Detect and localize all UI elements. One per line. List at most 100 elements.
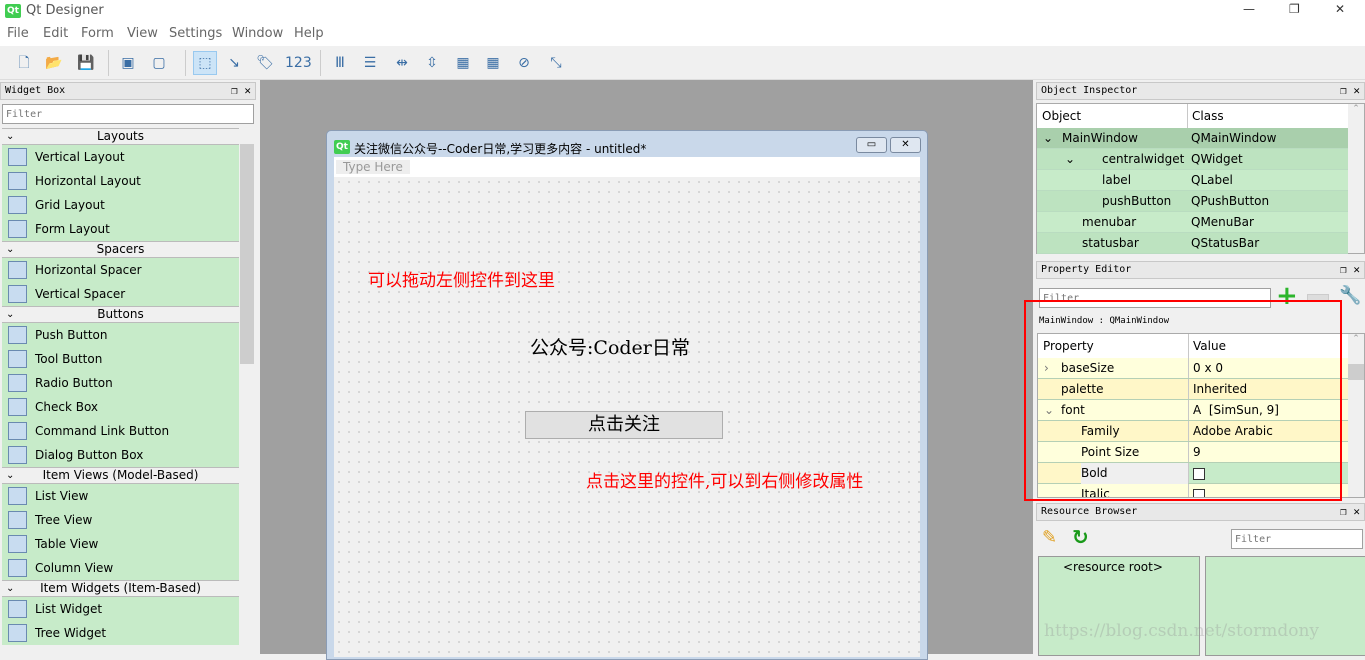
- close-icon[interactable]: ✕: [1353, 84, 1360, 97]
- maximize-button[interactable]: ❐: [1289, 2, 1300, 16]
- edit-resources-pencil-icon[interactable]: ✎: [1042, 527, 1057, 548]
- layout-h-splitter-icon[interactable]: ⇹: [390, 51, 414, 75]
- edit-widgets-icon[interactable]: ⬚: [193, 51, 217, 75]
- widget-item[interactable]: Check Box: [2, 395, 239, 419]
- widget-icon: [8, 172, 27, 190]
- object-row[interactable]: label QLabel: [1037, 170, 1348, 191]
- widget-label: Table View: [35, 537, 99, 551]
- object-row[interactable]: ⌄ MainWindow QMainWindow: [1037, 128, 1348, 149]
- scrollbar-thumb[interactable]: [1348, 364, 1364, 380]
- chevron-down-icon: ⌄: [6, 309, 15, 320]
- widget-category[interactable]: ⌄ Item Widgets (Item-Based): [2, 580, 239, 597]
- widget-icon: [8, 487, 27, 505]
- edit-tab-order-icon[interactable]: 123: [284, 51, 312, 75]
- layout-vertical-icon[interactable]: ☰: [358, 51, 382, 75]
- close-button[interactable]: ✕: [1335, 2, 1345, 16]
- new-file-icon[interactable]: 🗋: [12, 51, 36, 75]
- open-folder-icon[interactable]: 📂: [42, 51, 66, 75]
- property-table-scrollbar[interactable]: ⌃: [1348, 334, 1364, 497]
- type-here-menu[interactable]: Type Here: [336, 160, 410, 174]
- widget-item[interactable]: List View: [2, 484, 239, 508]
- form-canvas[interactable]: 可以拖动左侧控件到这里 公众号:Coder日常 点击关注 点击这里的控件,可以到…: [334, 177, 920, 657]
- float-icon[interactable]: ❐: [1340, 84, 1347, 97]
- widget-item[interactable]: Form Layout: [2, 217, 239, 241]
- object-tree-scrollbar[interactable]: ⌃: [1348, 104, 1364, 253]
- menu-help[interactable]: Help: [294, 26, 324, 41]
- layout-form-icon[interactable]: ▦: [481, 51, 505, 75]
- menu-edit[interactable]: Edit: [43, 26, 68, 41]
- bring-to-front-icon[interactable]: ▣: [116, 51, 140, 75]
- object-name: MainWindow: [1062, 131, 1138, 145]
- widget-item[interactable]: Command Link Button: [2, 419, 239, 443]
- label-widget[interactable]: 公众号:Coder日常: [530, 333, 690, 360]
- widget-item[interactable]: Tree Widget: [2, 621, 239, 645]
- resource-root[interactable]: <resource root>: [1063, 560, 1163, 574]
- close-icon[interactable]: ✕: [1353, 263, 1360, 276]
- object-row[interactable]: pushButton QPushButton: [1037, 191, 1348, 212]
- widget-category[interactable]: ⌄ Layouts: [2, 128, 239, 145]
- minimize-button[interactable]: —: [1243, 2, 1255, 16]
- break-layout-icon[interactable]: ⊘: [512, 51, 536, 75]
- chevron-down-icon[interactable]: ⌄: [1043, 128, 1053, 149]
- form-close-button[interactable]: ✕: [890, 137, 921, 153]
- widget-item[interactable]: Tree View: [2, 508, 239, 532]
- layout-grid-icon[interactable]: ▦: [451, 51, 475, 75]
- widget-item[interactable]: Table View: [2, 532, 239, 556]
- widget-box-scrollbar[interactable]: [239, 128, 255, 654]
- configure-wrench-icon[interactable]: 🔧: [1339, 285, 1361, 306]
- object-row[interactable]: ⌄ centralwidget QWidget: [1037, 149, 1348, 170]
- menu-settings[interactable]: Settings: [169, 26, 222, 41]
- widget-item[interactable]: Vertical Layout: [2, 145, 239, 169]
- close-icon[interactable]: ✕: [244, 84, 251, 97]
- toolbar-separator: [320, 50, 321, 76]
- widget-item[interactable]: Vertical Spacer: [2, 282, 239, 306]
- float-icon[interactable]: ❐: [1340, 505, 1347, 518]
- widget-category[interactable]: ⌄ Spacers: [2, 241, 239, 258]
- widget-item[interactable]: Tool Button: [2, 347, 239, 371]
- menu-form[interactable]: Form: [81, 26, 114, 41]
- widget-item[interactable]: Radio Button: [2, 371, 239, 395]
- widget-category[interactable]: ⌄ Buttons: [2, 306, 239, 323]
- edit-buddies-icon[interactable]: 🏷: [253, 51, 277, 75]
- menu-window[interactable]: Window: [232, 26, 283, 41]
- object-row[interactable]: menubar QMenuBar: [1037, 212, 1348, 233]
- category-label: Item Views (Model-Based): [42, 468, 199, 482]
- highlight-box: [1024, 300, 1342, 501]
- widget-item[interactable]: Horizontal Spacer: [2, 258, 239, 282]
- form-minimize-button[interactable]: ▭: [856, 137, 887, 153]
- scrollbar-thumb[interactable]: [240, 144, 254, 364]
- resource-filter-input[interactable]: [1231, 529, 1363, 549]
- widget-item[interactable]: List Widget: [2, 597, 239, 621]
- menu-view[interactable]: View: [127, 26, 158, 41]
- push-button-widget[interactable]: 点击关注: [525, 411, 723, 439]
- object-row[interactable]: statusbar QStatusBar: [1037, 233, 1348, 254]
- edit-signals-slots-icon[interactable]: ↘: [222, 51, 246, 75]
- save-icon[interactable]: 💾: [74, 51, 98, 75]
- widget-item[interactable]: Column View: [2, 556, 239, 580]
- toolbar-separator: [108, 50, 109, 76]
- qt-logo: Qt: [334, 140, 350, 154]
- float-icon[interactable]: ❐: [231, 84, 238, 97]
- object-tree-header: Object Class: [1037, 104, 1364, 128]
- reload-icon[interactable]: ↻: [1072, 525, 1089, 549]
- float-icon[interactable]: ❐: [1340, 263, 1347, 276]
- object-class: QLabel: [1191, 173, 1233, 187]
- menu-file[interactable]: File: [7, 26, 29, 41]
- send-to-back-icon[interactable]: ▢: [147, 51, 171, 75]
- widget-category[interactable]: ⌄ Item Views (Model-Based): [2, 467, 239, 484]
- adjust-size-icon[interactable]: ⤡: [544, 51, 568, 75]
- layout-v-splitter-icon[interactable]: ⇳: [420, 51, 444, 75]
- widget-item[interactable]: Horizontal Layout: [2, 169, 239, 193]
- chevron-down-icon[interactable]: ⌄: [1065, 149, 1075, 170]
- widget-filter-input[interactable]: [2, 104, 254, 124]
- close-icon[interactable]: ✕: [1353, 505, 1360, 518]
- category-label: Item Widgets (Item-Based): [40, 581, 201, 595]
- column-class[interactable]: Class: [1187, 104, 1224, 128]
- object-class: QMainWindow: [1191, 131, 1277, 145]
- widget-item[interactable]: Dialog Button Box: [2, 443, 239, 467]
- widget-item[interactable]: Push Button: [2, 323, 239, 347]
- layout-horizontal-icon[interactable]: Ⅲ: [328, 51, 352, 75]
- widget-item[interactable]: Grid Layout: [2, 193, 239, 217]
- column-object[interactable]: Object: [1037, 109, 1081, 123]
- resource-browser-header: Resource Browser ❐ ✕: [1036, 503, 1365, 521]
